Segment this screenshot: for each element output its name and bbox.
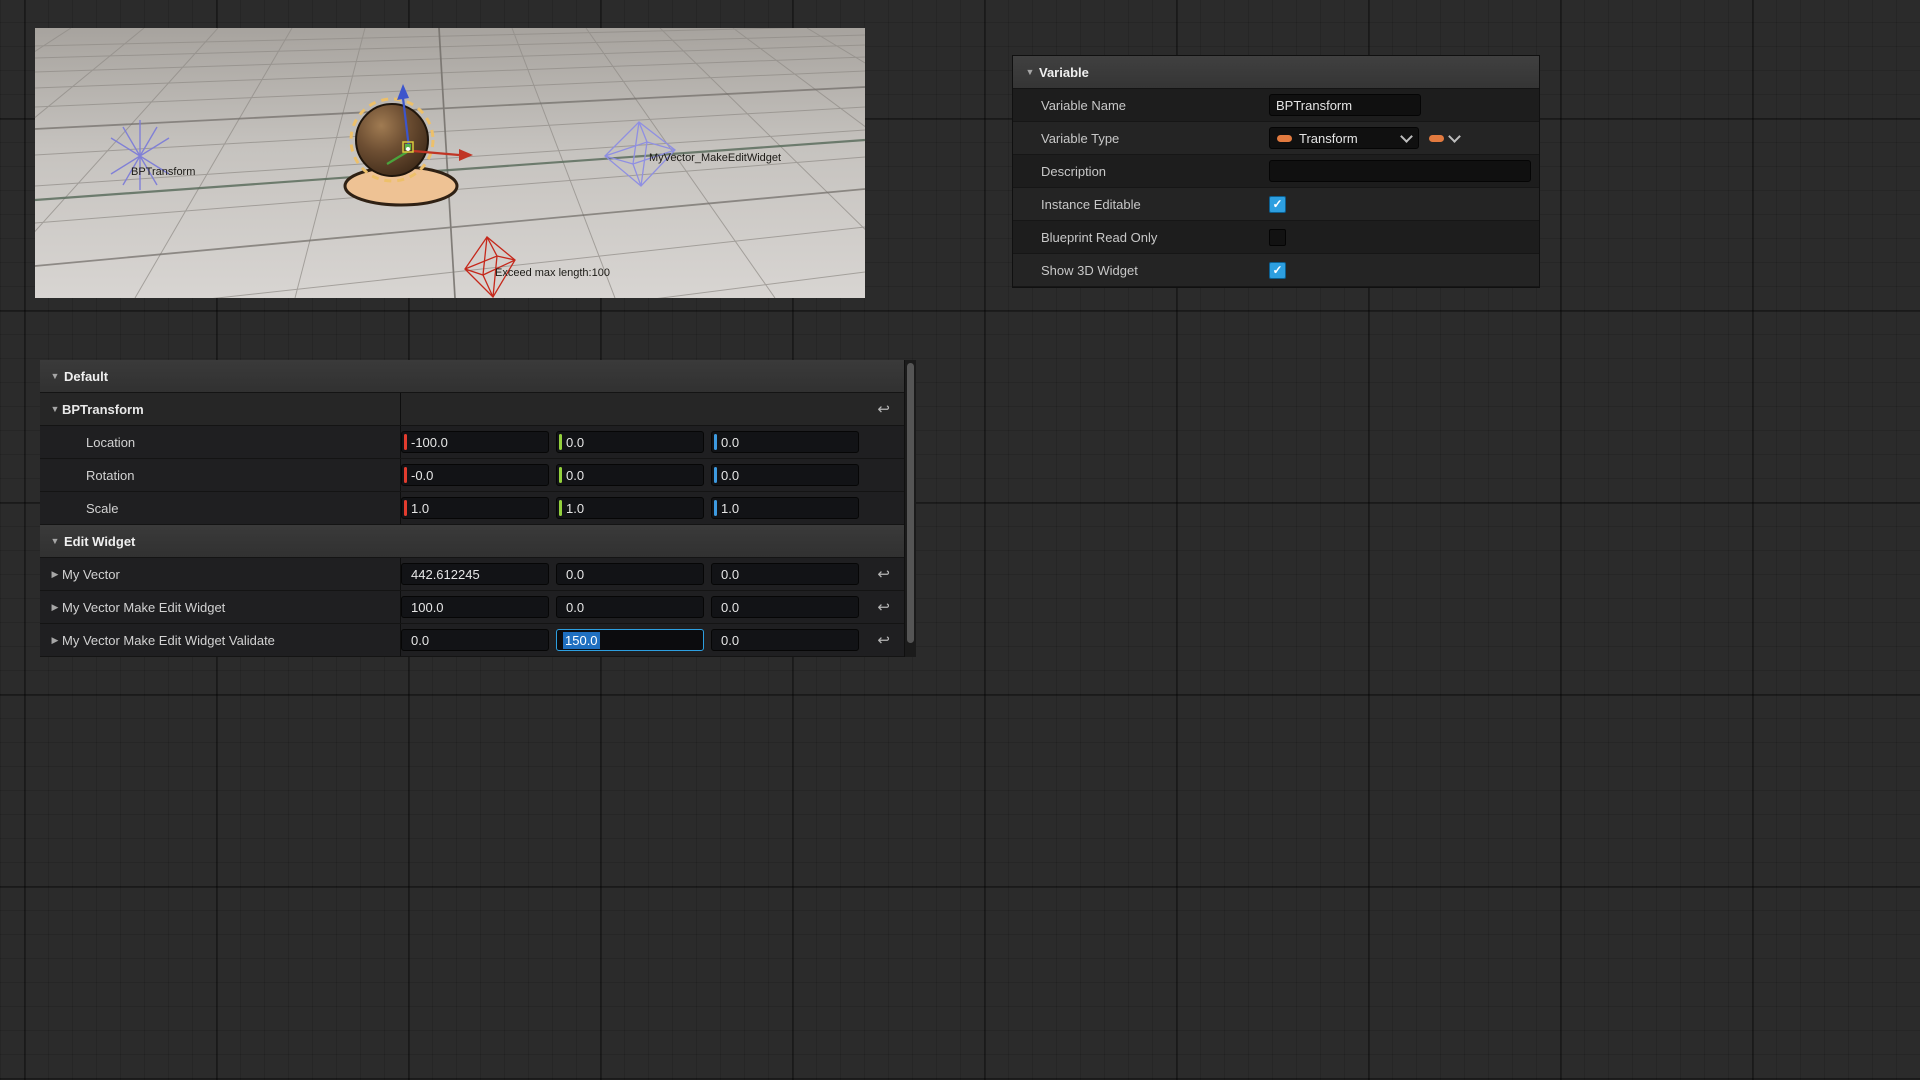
- reset-to-default-button[interactable]: ↩: [877, 567, 890, 582]
- container-type-button[interactable]: [1429, 135, 1459, 142]
- axis-z-bar-icon: [714, 467, 717, 483]
- check-icon: ✓: [1272, 198, 1282, 210]
- axis-y-bar-icon: [559, 467, 562, 483]
- reset-to-default-button[interactable]: ↩: [877, 402, 890, 417]
- rotation-z-field[interactable]: 0.0: [711, 464, 859, 486]
- variable-section-title: Variable: [1039, 65, 1089, 80]
- my-vector-validate-x-field[interactable]: 0.0: [401, 629, 549, 651]
- description-row: Description: [1013, 155, 1539, 188]
- variable-name-label: Variable Name: [1013, 98, 1269, 113]
- blueprint-read-only-checkbox[interactable]: ✓: [1269, 229, 1286, 246]
- blueprint-graph-background[interactable]: { "icons": { "expanded": "▼", "collapsed…: [0, 0, 1920, 1080]
- axis-x-bar-icon: [404, 434, 407, 450]
- chevron-expanded-icon[interactable]: ▼: [48, 404, 62, 414]
- instance-editable-row: Instance Editable ✓: [1013, 188, 1539, 221]
- my-vector-validate-z-field[interactable]: 0.0: [711, 629, 859, 651]
- location-y-field[interactable]: 0.0: [556, 431, 704, 453]
- my-vector-validate-y-field[interactable]: 150.0: [556, 629, 704, 651]
- check-icon: ✓: [1272, 264, 1282, 276]
- description-label: Description: [1013, 164, 1269, 179]
- category-default[interactable]: ▼ Default: [40, 360, 904, 393]
- my-vector-make-edit-widget-z-field[interactable]: 0.0: [711, 596, 859, 618]
- scale-y-field[interactable]: 1.0: [556, 497, 704, 519]
- variable-section-header[interactable]: ▼ Variable: [1013, 56, 1539, 89]
- axis-z-bar-icon: [714, 434, 717, 450]
- variable-name-input[interactable]: [1269, 94, 1421, 116]
- axis-x-bar-icon: [404, 500, 407, 516]
- my-vector-label: My Vector: [62, 567, 120, 582]
- blueprint-read-only-row: Blueprint Read Only ✓: [1013, 221, 1539, 254]
- chevron-down-icon: [1400, 130, 1413, 143]
- chevron-collapsed-icon[interactable]: ▶: [48, 569, 62, 580]
- scale-z-field[interactable]: 1.0: [711, 497, 859, 519]
- bptransform-row-label: BPTransform: [62, 402, 144, 417]
- show-3d-widget-checkbox[interactable]: ✓: [1269, 262, 1286, 279]
- location-z-field[interactable]: 0.0: [711, 431, 859, 453]
- sphere-mesh[interactable]: [356, 104, 428, 176]
- chevron-expanded-icon[interactable]: ▼: [48, 536, 62, 546]
- location-x-field[interactable]: -100.0: [401, 431, 549, 453]
- reset-to-default-button[interactable]: ↩: [877, 600, 890, 615]
- axis-x-bar-icon: [404, 467, 407, 483]
- my-vector-make-edit-widget-y-field[interactable]: 0.0: [556, 596, 704, 618]
- my-vector-x-field[interactable]: 442.612245: [401, 563, 549, 585]
- my-vector-make-edit-widget-x-field[interactable]: 100.0: [401, 596, 549, 618]
- details-panel: ▼ Default ▼ BPTransform ↩ Location -100.…: [40, 360, 916, 657]
- row-location: Location -100.0 0.0 0.0: [40, 426, 904, 459]
- instance-editable-label: Instance Editable: [1013, 197, 1269, 212]
- my-vector-z-field[interactable]: 0.0: [711, 563, 859, 585]
- show-3d-widget-label: Show 3D Widget: [1013, 263, 1269, 278]
- container-type-pill-icon: [1429, 135, 1444, 142]
- scrollbar-thumb[interactable]: [907, 363, 914, 643]
- category-default-label: Default: [64, 369, 108, 384]
- location-label: Location: [86, 435, 135, 450]
- description-input[interactable]: [1269, 160, 1531, 182]
- variable-name-row: Variable Name: [1013, 89, 1539, 122]
- chevron-expanded-icon[interactable]: ▼: [48, 371, 62, 381]
- row-bptransform[interactable]: ▼ BPTransform ↩: [40, 393, 904, 426]
- details-scrollbar[interactable]: [904, 360, 916, 657]
- row-scale: Scale 1.0 1.0 1.0: [40, 492, 904, 525]
- chevron-collapsed-icon[interactable]: ▶: [48, 602, 62, 613]
- rotation-x-field[interactable]: -0.0: [401, 464, 549, 486]
- exceed-warning-label: Exceed max length:100: [495, 267, 610, 279]
- variable-type-label: Variable Type: [1013, 131, 1269, 146]
- my-vector-make-edit-widget-label: My Vector Make Edit Widget: [62, 600, 225, 615]
- reset-to-default-button[interactable]: ↩: [877, 633, 890, 648]
- bptransform-widget-label: BPTransform: [131, 166, 195, 178]
- show-3d-widget-row: Show 3D Widget ✓: [1013, 254, 1539, 287]
- my-vector-make-edit-widget-validate-label: My Vector Make Edit Widget Validate: [62, 633, 275, 648]
- 3d-viewport-preview[interactable]: BPTransform MyVector_MakeEditWidget Exce…: [35, 28, 865, 298]
- category-edit-widget[interactable]: ▼ Edit Widget: [40, 525, 904, 558]
- instance-editable-checkbox[interactable]: ✓: [1269, 196, 1286, 213]
- variable-type-value: Transform: [1299, 131, 1402, 146]
- axis-y-bar-icon: [559, 500, 562, 516]
- variable-type-row: Variable Type Transform: [1013, 122, 1539, 155]
- row-my-vector-make-edit-widget[interactable]: ▶ My Vector Make Edit Widget 100.0 0.0 0…: [40, 591, 904, 624]
- axis-z-bar-icon: [714, 500, 717, 516]
- scale-x-field[interactable]: 1.0: [401, 497, 549, 519]
- row-my-vector-make-edit-widget-validate[interactable]: ▶ My Vector Make Edit Widget Validate 0.…: [40, 624, 904, 657]
- chevron-expanded-icon[interactable]: ▼: [1023, 67, 1037, 77]
- myvector-widget-label: MyVector_MakeEditWidget: [649, 152, 781, 164]
- transform-type-pill-icon: [1277, 135, 1292, 142]
- axis-y-bar-icon: [559, 434, 562, 450]
- category-edit-widget-label: Edit Widget: [64, 534, 135, 549]
- blueprint-read-only-label: Blueprint Read Only: [1013, 230, 1269, 245]
- scale-label: Scale: [86, 501, 119, 516]
- rotation-label: Rotation: [86, 468, 134, 483]
- row-my-vector[interactable]: ▶ My Vector 442.612245 0.0 0.0 ↩: [40, 558, 904, 591]
- my-vector-y-field[interactable]: 0.0: [556, 563, 704, 585]
- rotation-y-field[interactable]: 0.0: [556, 464, 704, 486]
- chevron-down-icon: [1448, 130, 1461, 143]
- row-rotation: Rotation -0.0 0.0 0.0: [40, 459, 904, 492]
- chevron-collapsed-icon[interactable]: ▶: [48, 635, 62, 646]
- variable-panel: ▼ Variable Variable Name Variable Type T…: [1012, 55, 1540, 288]
- variable-type-dropdown[interactable]: Transform: [1269, 127, 1419, 149]
- selected-text: 150.0: [563, 632, 600, 649]
